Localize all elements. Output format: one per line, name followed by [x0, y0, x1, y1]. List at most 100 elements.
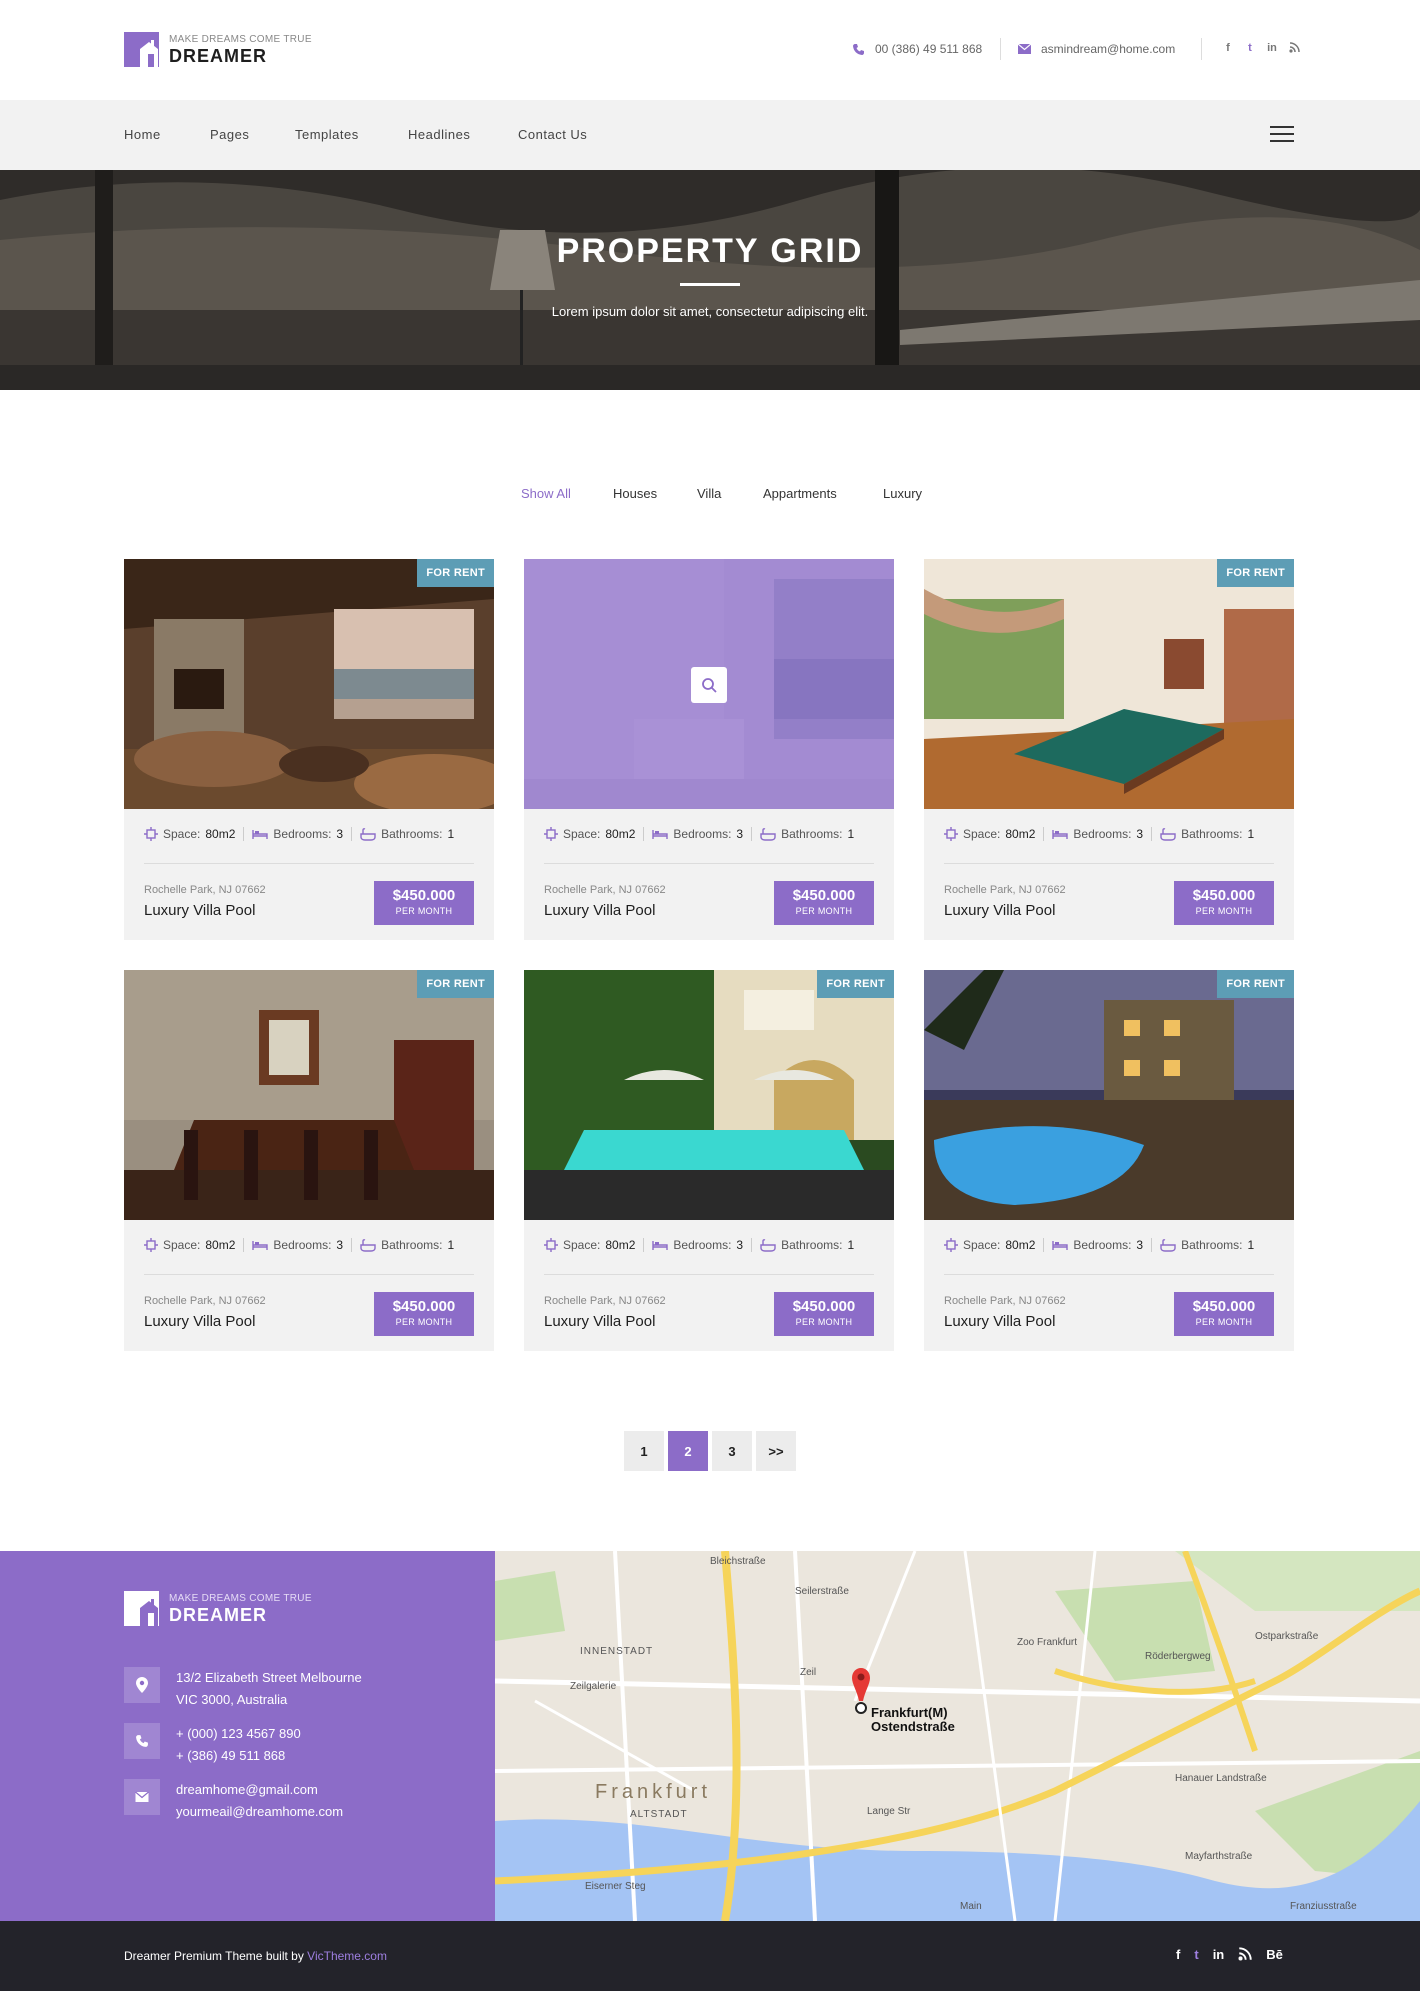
- footer-logo[interactable]: MAKE DREAMS COME TRUE DREAMER: [124, 1591, 312, 1626]
- property-title[interactable]: Luxury Villa Pool: [144, 1313, 255, 1330]
- property-card[interactable]: Space: 80m2 Bedrooms: 3 Bathrooms: 1 Rochel…: [524, 559, 894, 940]
- page-1-button[interactable]: 1: [624, 1431, 664, 1471]
- linkedin-icon[interactable]: in: [1213, 1947, 1225, 1964]
- property-card[interactable]: FOR RENT Space: 80m2 Bedrooms: 3 Bathrooms…: [924, 970, 1294, 1351]
- space-icon: [944, 1238, 958, 1252]
- property-address: Rochelle Park, NJ 07662: [544, 1295, 666, 1307]
- property-image[interactable]: [524, 559, 894, 809]
- property-card[interactable]: FOR RENT Space: 80m2 Bedrooms: 3 Bathrooms…: [124, 970, 494, 1351]
- property-title[interactable]: Luxury Villa Pool: [544, 1313, 655, 1330]
- price-period: PER MONTH: [795, 1317, 853, 1327]
- divider: [1201, 38, 1202, 60]
- filter-houses[interactable]: Houses: [613, 486, 657, 501]
- bathrooms-feature: Bathrooms: 1: [760, 1238, 854, 1252]
- phone-icon: [124, 1723, 160, 1759]
- property-address: Rochelle Park, NJ 07662: [144, 884, 266, 896]
- header-social-links: f t in: [1222, 42, 1300, 56]
- twitter-icon[interactable]: t: [1194, 1947, 1198, 1964]
- price-tag: $450.000 PER MONTH: [374, 1292, 474, 1336]
- address-line-2: VIC 3000, Australia: [176, 1692, 288, 1707]
- price-amount: $450.000: [1192, 887, 1256, 904]
- property-image[interactable]: [524, 970, 894, 1220]
- property-address: Rochelle Park, NJ 07662: [544, 884, 666, 896]
- rss-icon[interactable]: [1288, 42, 1300, 56]
- price-period: PER MONTH: [795, 906, 853, 916]
- price-amount: $450.000: [792, 1298, 856, 1315]
- hero-background-image: [0, 170, 1420, 390]
- location-map[interactable]: Bleichstraße Seilerstraße INNENSTADT Zei…: [495, 1551, 1420, 1921]
- space-icon: [944, 827, 958, 841]
- bathtub-icon: [1160, 1238, 1176, 1252]
- rss-icon[interactable]: [1238, 1947, 1252, 1964]
- map-label: INNENSTADT: [580, 1646, 654, 1657]
- property-image[interactable]: [124, 559, 494, 809]
- price-period: PER MONTH: [395, 906, 453, 916]
- zoom-button[interactable]: [691, 667, 727, 703]
- behance-icon[interactable]: Bē: [1266, 1947, 1283, 1964]
- price-period: PER MONTH: [395, 1317, 453, 1327]
- property-title[interactable]: Luxury Villa Pool: [144, 902, 255, 919]
- next-page-button[interactable]: >>: [756, 1431, 796, 1471]
- property-image[interactable]: [924, 970, 1294, 1220]
- page-2-button[interactable]: 2: [668, 1431, 708, 1471]
- page-title: PROPERTY GRID: [556, 232, 864, 270]
- filter-luxury[interactable]: Luxury: [883, 486, 922, 501]
- property-title[interactable]: Luxury Villa Pool: [944, 902, 1055, 919]
- property-image[interactable]: [924, 559, 1294, 809]
- space-icon: [544, 827, 558, 841]
- nav-item-home[interactable]: Home: [124, 127, 161, 142]
- property-image[interactable]: [124, 970, 494, 1220]
- divider: [944, 863, 1274, 864]
- nav-item-headlines[interactable]: Headlines: [408, 127, 470, 142]
- nav-item-templates[interactable]: Templates: [295, 127, 359, 142]
- property-card[interactable]: FOR RENT Space: 80m2 Bedrooms: 3 Bathrooms…: [524, 970, 894, 1351]
- footer-phones: + (000) 123 4567 890 + (386) 49 511 868: [124, 1723, 301, 1767]
- property-card[interactable]: FOR RENT Space: 80m2 Bedrooms: 3 Bathrooms…: [924, 559, 1294, 940]
- property-title[interactable]: Luxury Villa Pool: [944, 1313, 1055, 1330]
- for-rent-badge: FOR RENT: [1217, 970, 1294, 998]
- phone-line-2[interactable]: + (386) 49 511 868: [176, 1745, 301, 1767]
- credit-link[interactable]: VicTheme.com: [307, 1949, 387, 1963]
- map-label: Mayfarthstraße: [1185, 1851, 1253, 1862]
- space-feature: Space: 80m2: [544, 1238, 635, 1252]
- logo[interactable]: MAKE DREAMS COME TRUE DREAMER: [124, 32, 312, 67]
- header-phone[interactable]: 00 (386) 49 511 868: [852, 42, 982, 56]
- price-tag: $450.000 PER MONTH: [774, 881, 874, 925]
- filter-show-all[interactable]: Show All: [521, 486, 571, 501]
- map-label: Zeilgalerie: [570, 1681, 617, 1692]
- phone-line-1[interactable]: + (000) 123 4567 890: [176, 1723, 301, 1745]
- phone-number: 00 (386) 49 511 868: [875, 42, 983, 56]
- page-3-button[interactable]: 3: [712, 1431, 752, 1471]
- bathtub-icon: [360, 1238, 376, 1252]
- hamburger-menu-icon[interactable]: [1270, 126, 1294, 144]
- price-amount: $450.000: [792, 887, 856, 904]
- nav-item-contact-us[interactable]: Contact Us: [518, 127, 587, 142]
- header-email[interactable]: asmindream@home.com: [1018, 42, 1175, 56]
- bathrooms-feature: Bathrooms: 1: [360, 1238, 454, 1252]
- bedrooms-feature: Bedrooms: 3: [252, 1238, 343, 1252]
- credit-text: Dreamer Premium Theme built by VicTheme.…: [124, 1949, 387, 1963]
- linkedin-icon[interactable]: in: [1266, 42, 1278, 56]
- property-features: Space: 80m2 Bedrooms: 3 Bathrooms: 1: [544, 1238, 854, 1252]
- map-city-label: Frankfurt: [595, 1781, 712, 1803]
- map-label: Main: [960, 1901, 982, 1912]
- price-period: PER MONTH: [1195, 1317, 1253, 1327]
- email-line-2[interactable]: yourmeail@dreamhome.com: [176, 1801, 343, 1823]
- nav-item-pages[interactable]: Pages: [210, 127, 249, 142]
- property-title[interactable]: Luxury Villa Pool: [544, 902, 655, 919]
- email-line-1[interactable]: dreamhome@gmail.com: [176, 1779, 343, 1801]
- bathtub-icon: [360, 827, 376, 841]
- divider: [144, 1274, 474, 1275]
- mail-icon: [124, 1779, 160, 1815]
- filter-appartments[interactable]: Appartments: [763, 486, 837, 501]
- facebook-icon[interactable]: f: [1176, 1947, 1180, 1964]
- facebook-icon[interactable]: f: [1222, 42, 1234, 56]
- twitter-icon[interactable]: t: [1244, 42, 1256, 56]
- map-label: Röderbergweg: [1145, 1651, 1211, 1662]
- property-card[interactable]: FOR RENT Space: 80m2 Bedrooms: 3 Bathrooms…: [124, 559, 494, 940]
- filter-villa[interactable]: Villa: [697, 486, 721, 501]
- bathrooms-feature: Bathrooms: 1: [1160, 827, 1254, 841]
- main-nav: Home Pages Templates Headlines Contact U…: [0, 100, 1420, 170]
- for-rent-badge: FOR RENT: [417, 559, 494, 587]
- page-subtitle: Lorem ipsum dolor sit amet, consectetur …: [551, 304, 869, 319]
